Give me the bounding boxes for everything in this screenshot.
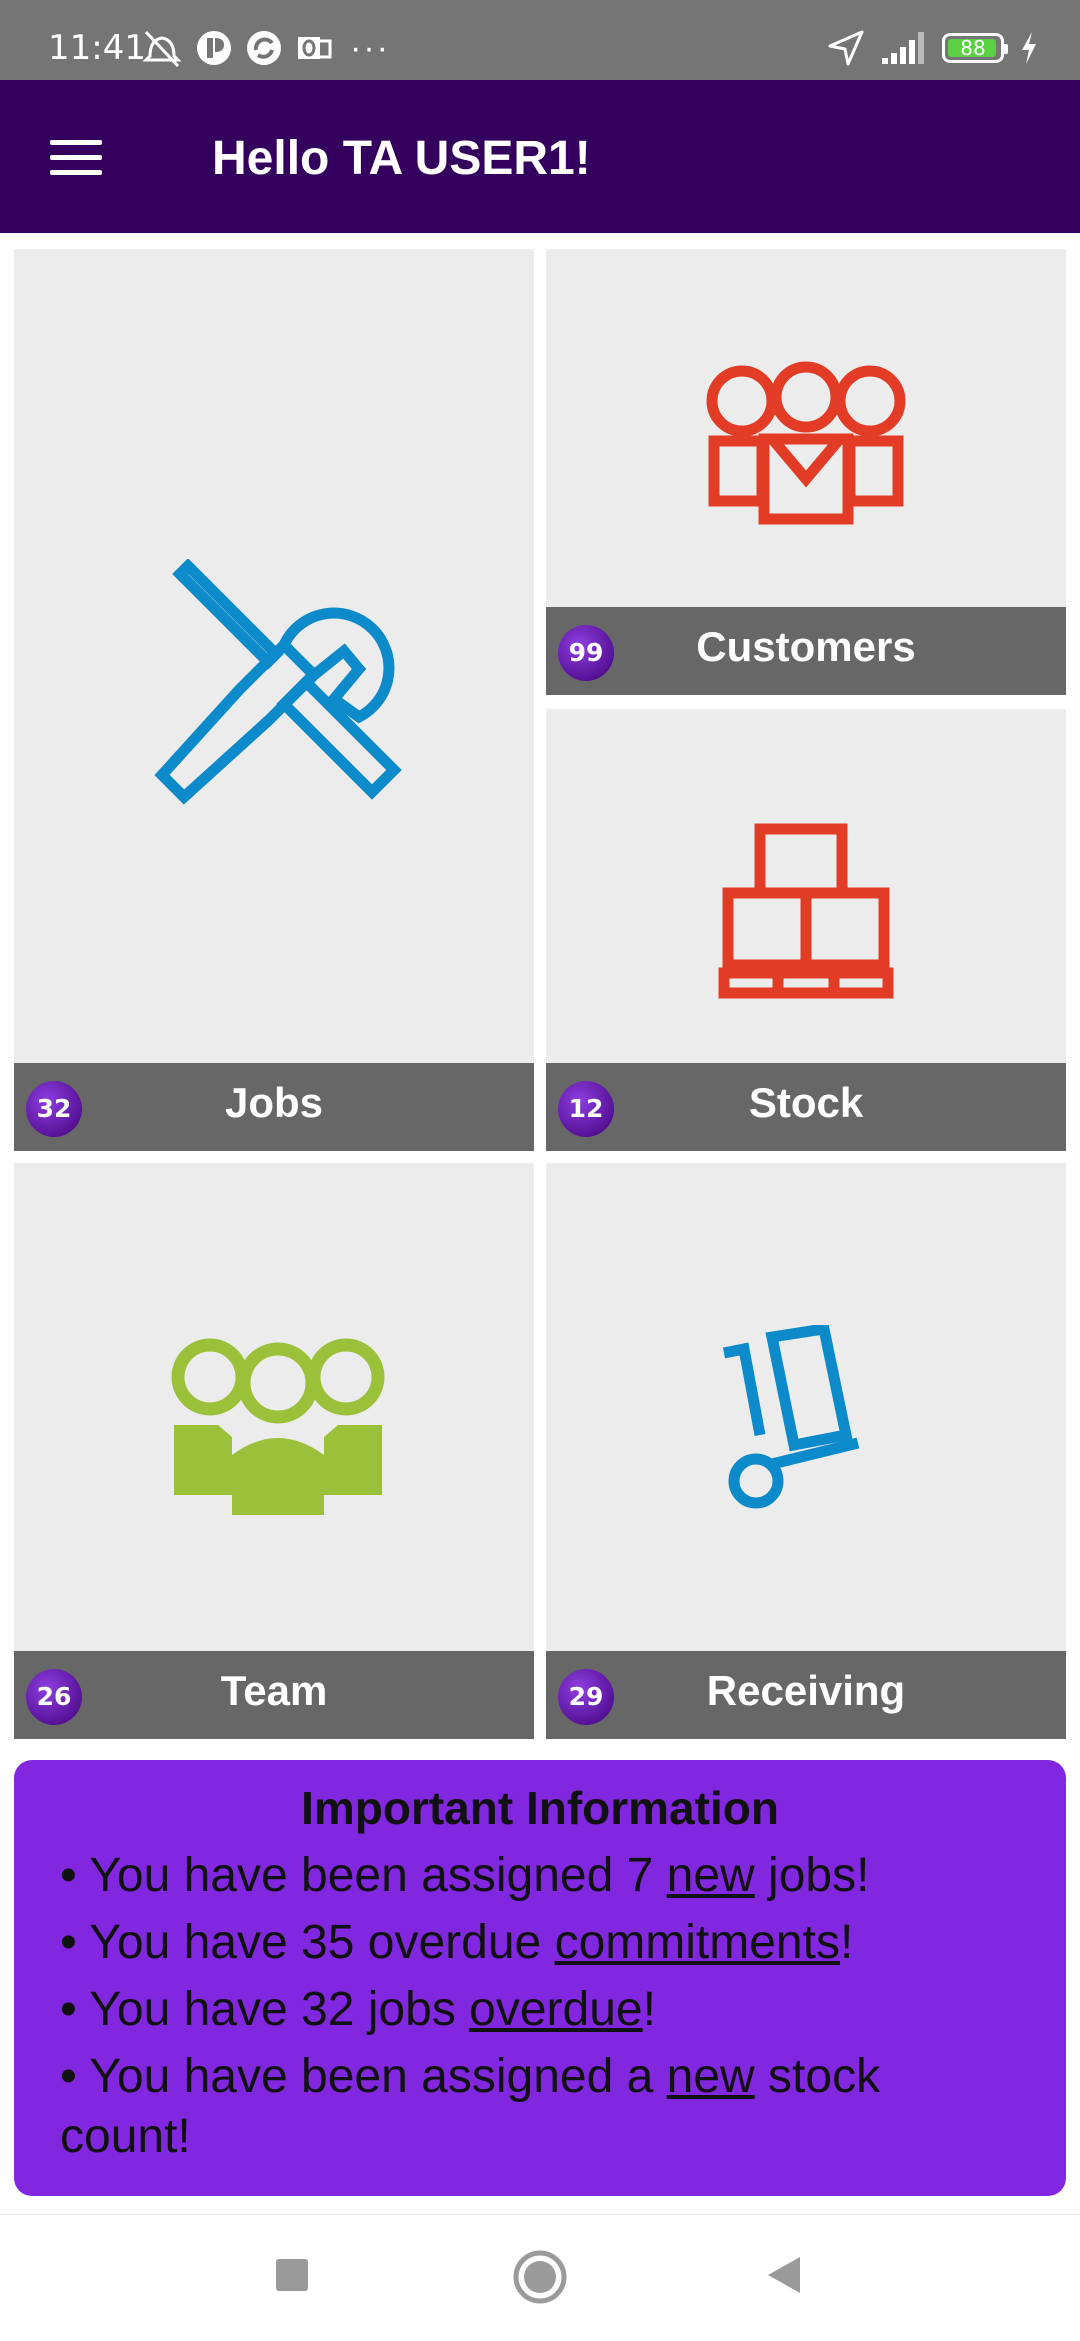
signal-strength-icon bbox=[882, 32, 924, 64]
status-bar: 11:41 ··· 88 bbox=[0, 0, 1080, 80]
alarm-muted-icon bbox=[142, 30, 182, 68]
new-stock-count-link[interactable]: new bbox=[667, 2050, 755, 2103]
recents-square-icon[interactable] bbox=[272, 2255, 312, 2295]
tile-label: Stock bbox=[748, 1079, 864, 1126]
info-item: • You have been assigned a new stock cou… bbox=[60, 2050, 881, 2163]
tile-label: Jobs bbox=[224, 1079, 324, 1126]
outlook-icon bbox=[298, 37, 332, 59]
tile-footer: 12 Stock bbox=[546, 1063, 1066, 1151]
tile-jobs[interactable]: 32 Jobs bbox=[14, 249, 534, 1151]
battery-level: 88 bbox=[960, 36, 986, 60]
tile-team[interactable]: 26 Team bbox=[14, 1163, 534, 1739]
home-circle-icon[interactable] bbox=[512, 2249, 568, 2305]
tile-footer: 26 Team bbox=[14, 1651, 534, 1739]
info-item: • You have been assigned 7 new jobs! bbox=[60, 1849, 870, 1902]
hand-truck-icon bbox=[722, 1325, 860, 1509]
status-system-icons: 88 bbox=[826, 26, 1040, 70]
back-triangle-icon[interactable] bbox=[762, 2253, 806, 2297]
tile-stock[interactable]: 12 Stock bbox=[546, 709, 1066, 1151]
tile-footer: 99 Customers bbox=[546, 607, 1066, 695]
tile-label: Receiving bbox=[706, 1667, 906, 1714]
status-notification-icons: ··· bbox=[140, 26, 390, 70]
app-bar: Hello TA USER1! bbox=[0, 80, 1080, 233]
info-list: • You have been assigned 7 new jobs! • Y… bbox=[60, 1846, 1020, 2174]
battery-icon: 88 bbox=[942, 33, 1008, 63]
new-jobs-link[interactable]: new bbox=[667, 1849, 755, 1902]
overdue-jobs-link[interactable]: overdue bbox=[469, 1983, 642, 2036]
status-time: 11:41 bbox=[48, 28, 146, 68]
location-arrow-icon bbox=[828, 30, 864, 66]
tile-label: Team bbox=[220, 1667, 328, 1714]
important-information-card: Important Information • You have been as… bbox=[14, 1760, 1066, 2196]
tile-footer: 29 Receiving bbox=[546, 1651, 1066, 1739]
hamburger-menu-icon[interactable] bbox=[40, 124, 114, 190]
wrench-screwdriver-icon bbox=[154, 559, 402, 805]
charging-bolt-icon bbox=[1022, 32, 1036, 64]
info-item: • You have 35 overdue commitments! bbox=[60, 1916, 854, 1969]
customers-group-icon bbox=[706, 361, 906, 525]
boxes-pallet-icon bbox=[718, 823, 894, 999]
tile-footer: 32 Jobs bbox=[14, 1063, 534, 1151]
tile-receiving[interactable]: 29 Receiving bbox=[546, 1163, 1066, 1739]
system-navigation-bar bbox=[0, 2214, 1080, 2341]
more-notifications-icon: ··· bbox=[350, 29, 390, 67]
app-notification-icon bbox=[197, 31, 231, 65]
sync-app-icon bbox=[247, 31, 281, 65]
commitments-link[interactable]: commitments bbox=[555, 1916, 840, 1969]
team-group-icon bbox=[171, 1338, 385, 1515]
info-title: Important Information bbox=[301, 1782, 779, 1834]
page-title: Hello TA USER1! bbox=[212, 132, 591, 185]
tile-label: Customers bbox=[696, 623, 916, 670]
tile-customers[interactable]: 99 Customers bbox=[546, 249, 1066, 695]
info-item: • You have 32 jobs overdue! bbox=[60, 1983, 656, 2036]
